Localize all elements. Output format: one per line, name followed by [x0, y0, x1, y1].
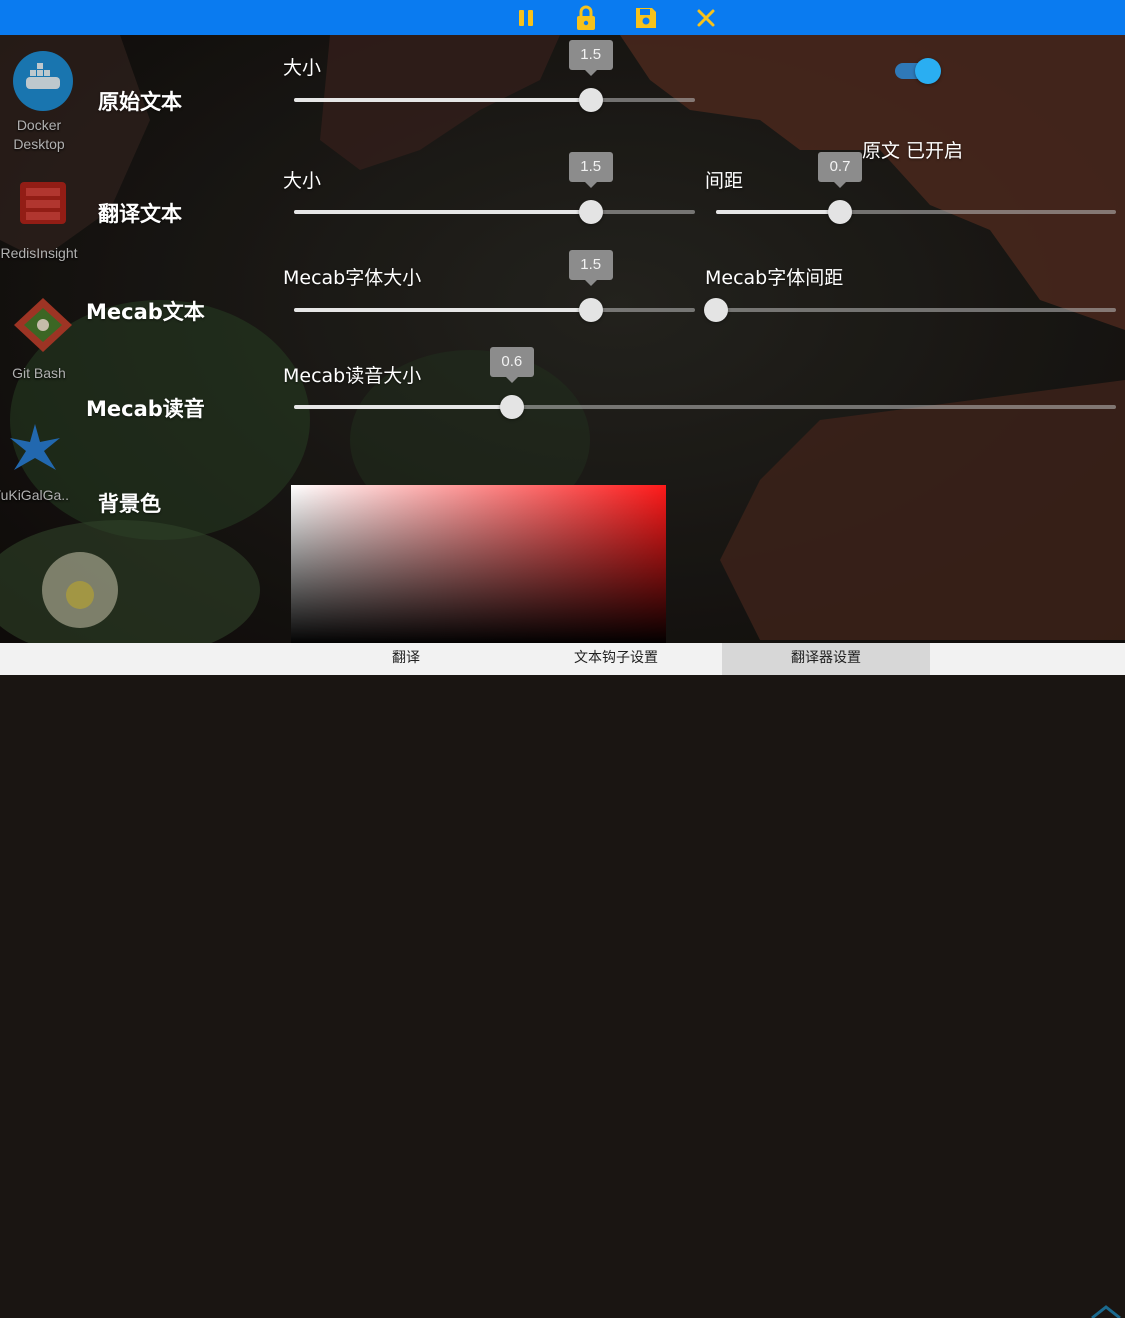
- pause-icon: [519, 10, 533, 26]
- original-status-text: 原文 已开启: [862, 140, 964, 162]
- slider-thumb[interactable]: [828, 200, 852, 224]
- background-color-label: 背景色: [98, 492, 161, 516]
- original-size-label: 大小: [283, 57, 322, 79]
- original-text-toggle[interactable]: [893, 58, 943, 84]
- toolbar: [0, 0, 1125, 35]
- mecab-spacing-slider[interactable]: [704, 298, 1116, 322]
- slider-value-label: 0.7: [818, 152, 862, 188]
- slider-value-label: 1.5: [568, 152, 613, 188]
- slider-thumb[interactable]: [704, 298, 728, 322]
- pause-button[interactable]: [510, 2, 542, 34]
- slider-rail: [716, 308, 1116, 312]
- slider-thumb[interactable]: [499, 395, 524, 419]
- bottom-tab-bar: 翻译 文本钩子设置 翻译器设置: [0, 643, 1125, 1318]
- close-button[interactable]: [690, 2, 722, 34]
- slider-value-label: 0.6: [489, 347, 534, 383]
- toggle-thumb: [915, 58, 941, 84]
- mecab-spacing-label: Mecab字体间距: [705, 267, 844, 289]
- original-text-label: 原始文本: [98, 90, 182, 114]
- translated-size-label: 大小: [283, 170, 322, 192]
- translated-spacing-slider[interactable]: 0.7: [716, 152, 1116, 224]
- mecab-reading-size-label: Mecab读音大小: [283, 365, 422, 387]
- mecab-reading-label: Mecab读音: [86, 397, 205, 421]
- tab-translator-settings[interactable]: 翻译器设置: [722, 643, 930, 675]
- corner-chevron-icon: [1091, 1305, 1121, 1318]
- save-icon: [636, 8, 656, 28]
- slider-track: [294, 210, 591, 214]
- lock-button[interactable]: [570, 2, 602, 34]
- slider-value-label: 1.5: [568, 250, 613, 286]
- slider-track: [294, 98, 591, 102]
- original-size-slider[interactable]: 1.5: [294, 40, 695, 112]
- slider-track: [294, 308, 591, 312]
- tab-text-hook-settings[interactable]: 文本钩子设置: [512, 643, 720, 675]
- save-button[interactable]: [630, 2, 662, 34]
- slider-thumb[interactable]: [578, 200, 603, 224]
- mecab-font-size-slider[interactable]: 1.5: [294, 250, 695, 322]
- slider-track: [716, 210, 840, 214]
- close-icon: [697, 9, 715, 27]
- mecab-text-label: Mecab文本: [86, 300, 205, 324]
- slider-thumb[interactable]: [578, 88, 603, 112]
- slider-thumb[interactable]: [578, 298, 603, 322]
- mecab-reading-size-slider[interactable]: 0.6: [294, 347, 1116, 419]
- background-color-picker[interactable]: [291, 485, 666, 645]
- tab-translate[interactable]: 翻译: [302, 643, 510, 675]
- mecab-font-size-label: Mecab字体大小: [283, 267, 422, 289]
- slider-track: [294, 405, 512, 409]
- slider-value-label: 1.5: [568, 40, 613, 76]
- lock-icon: [577, 5, 595, 30]
- translated-spacing-label: 间距: [705, 170, 744, 192]
- translated-text-label: 翻译文本: [98, 202, 182, 226]
- translated-size-slider[interactable]: 1.5: [294, 152, 695, 224]
